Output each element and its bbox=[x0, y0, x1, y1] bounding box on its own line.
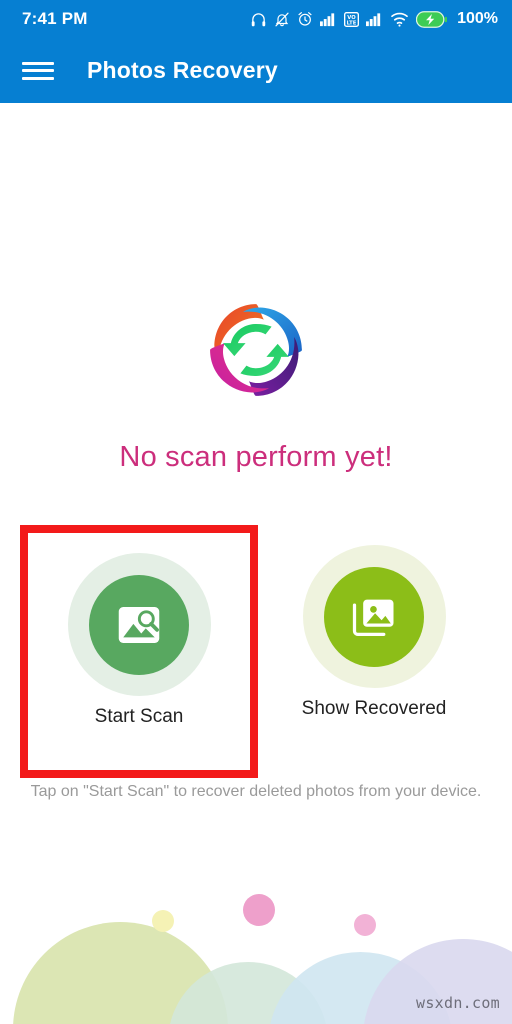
status-bar-icons: VO LTE 100% bbox=[250, 10, 498, 28]
headphones-icon bbox=[250, 11, 267, 28]
page-title: Photos Recovery bbox=[87, 57, 278, 83]
dot-pink-big bbox=[243, 894, 275, 926]
wifi-icon bbox=[390, 11, 409, 27]
photo-search-icon bbox=[118, 606, 160, 643]
battery-percent-label: 100% bbox=[457, 10, 498, 27]
hint-text: Tap on "Start Scan" to recover deleted p… bbox=[30, 783, 482, 800]
bubble-green bbox=[168, 962, 328, 1024]
signal-bars-sim1-icon bbox=[320, 12, 337, 27]
app-logo bbox=[0, 298, 512, 402]
action-buttons-row: Start Scan Show Recovered bbox=[0, 525, 512, 780]
hamburger-menu-icon[interactable] bbox=[22, 59, 54, 83]
show-recovered-label: Show Recovered bbox=[301, 698, 447, 719]
show-recovered-button[interactable]: Show Recovered bbox=[255, 525, 493, 778]
app-bar: Photos Recovery bbox=[0, 38, 512, 103]
start-scan-icon-circle bbox=[89, 574, 189, 675]
battery-charging-icon bbox=[416, 10, 448, 28]
start-scan-label: Start Scan bbox=[94, 706, 184, 727]
show-recovered-icon-circle bbox=[324, 566, 424, 667]
start-scan-button[interactable]: Start Scan bbox=[20, 525, 258, 778]
show-recovered-icon-halo bbox=[302, 545, 446, 688]
bubble-yellow-green bbox=[13, 922, 228, 1024]
dot-yellow bbox=[152, 910, 174, 932]
app-logo-refresh-swirl-icon bbox=[210, 304, 302, 396]
status-bar: 7:41 PM VO LTE 100% bbox=[0, 0, 512, 38]
bubble-blue bbox=[268, 952, 453, 1024]
photo-stack-icon bbox=[352, 599, 394, 636]
scan-status-headline: No scan perform yet! bbox=[119, 441, 393, 473]
start-scan-icon-halo bbox=[67, 553, 211, 696]
dot-pink-small bbox=[354, 914, 376, 936]
volte-icon: VO LTE bbox=[344, 11, 360, 27]
watermark: wsxdn.com bbox=[416, 994, 500, 1012]
status-bar-time: 7:41 PM bbox=[22, 9, 88, 28]
app-screen: 7:41 PM VO LTE 100% Photos Recovery No s… bbox=[0, 0, 512, 1024]
alarm-clock-icon bbox=[297, 11, 313, 27]
signal-bars-sim2-icon bbox=[366, 12, 383, 27]
notifications-muted-icon bbox=[274, 11, 290, 28]
svg-text:LTE: LTE bbox=[347, 20, 357, 26]
